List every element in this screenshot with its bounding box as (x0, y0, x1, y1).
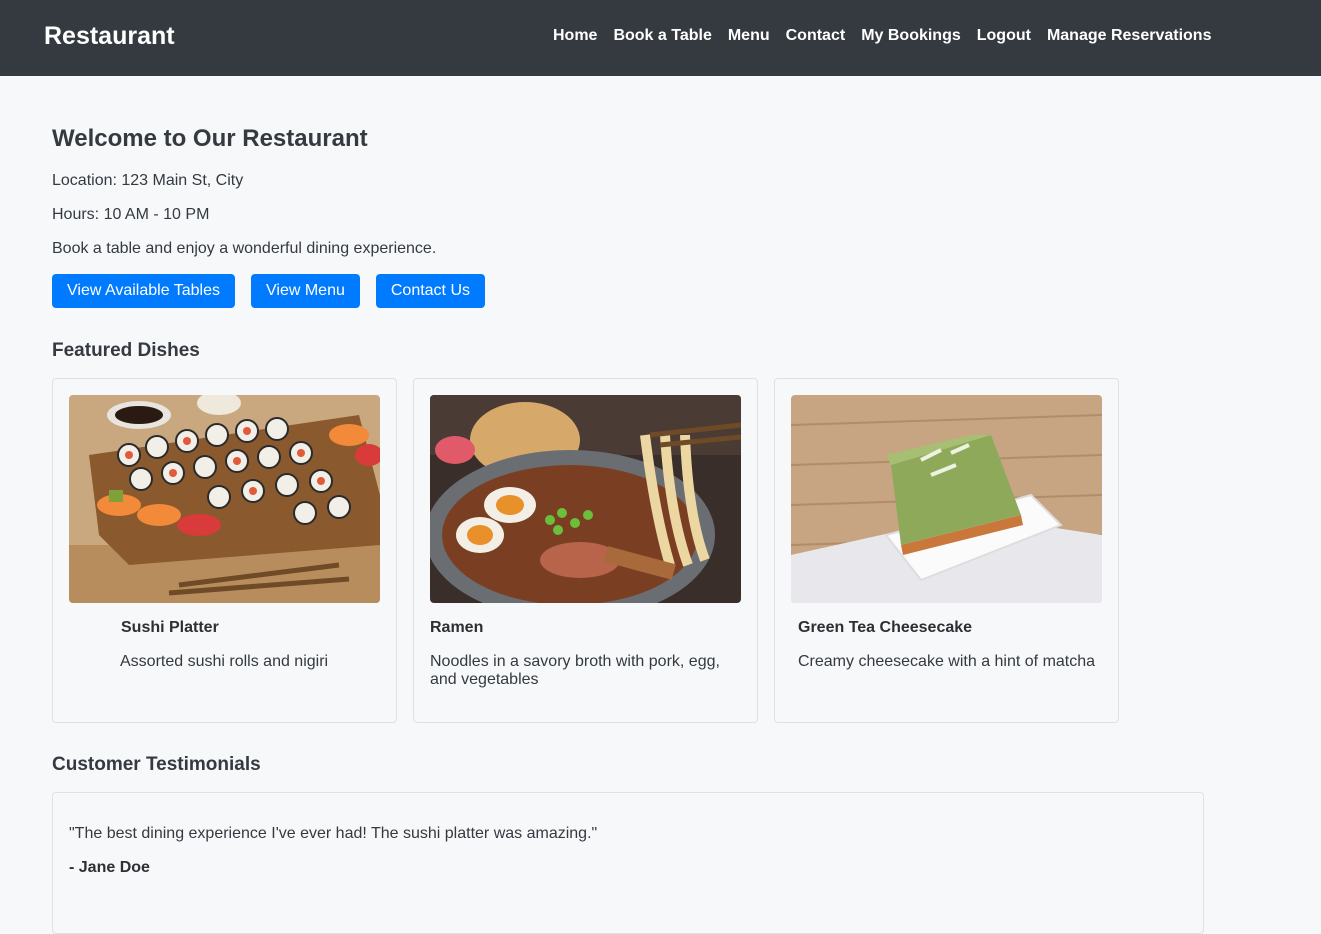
tagline-text: Book a table and enjoy a wonderful dinin… (52, 240, 437, 257)
dish-name: Ramen (430, 619, 484, 636)
location-text: Location: 123 Main St, City (52, 172, 244, 189)
dish-card[interactable]: Green Tea Cheesecake Creamy cheesecake w… (774, 378, 1119, 723)
dish-card[interactable]: Ramen Noodles in a savory broth with por… (413, 378, 758, 723)
nav-links: Home Book a Table Menu Contact My Bookin… (553, 27, 1211, 45)
testimonial-quote: "The best dining experience I've ever ha… (69, 825, 598, 842)
hours-text: Hours: 10 AM - 10 PM (52, 206, 210, 223)
brand-logo[interactable]: Restaurant (44, 22, 175, 51)
dish-description: Noodles in a savory broth with pork, egg… (430, 653, 720, 688)
contact-us-button[interactable]: Contact Us (375, 274, 485, 308)
dish-name: Green Tea Cheesecake (798, 619, 973, 636)
testimonial-author: - Jane Doe (69, 859, 150, 876)
nav-link-book-a-table[interactable]: Book a Table (613, 27, 711, 45)
dish-name: Sushi Platter (121, 619, 219, 636)
hero-buttons: View Available Tables View Menu Contact … (52, 274, 485, 308)
cheesecake-photo (791, 395, 1102, 603)
navbar: Restaurant Home Book a Table Menu Contac… (0, 0, 1321, 76)
dish-card[interactable]: Sushi Platter Assorted sushi rolls and n… (52, 378, 397, 723)
view-menu-button[interactable]: View Menu (251, 274, 360, 308)
testimonials-heading: Customer Testimonials (52, 754, 261, 775)
ramen-photo (430, 395, 741, 603)
view-available-tables-button[interactable]: View Available Tables (52, 274, 235, 308)
nav-link-contact[interactable]: Contact (786, 27, 846, 45)
nav-link-logout[interactable]: Logout (977, 27, 1031, 45)
nav-link-manage-reservations[interactable]: Manage Reservations (1047, 27, 1212, 45)
page-title: Welcome to Our Restaurant (52, 125, 368, 152)
featured-dishes-heading: Featured Dishes (52, 340, 200, 361)
nav-link-menu[interactable]: Menu (728, 27, 770, 45)
testimonial-card: "The best dining experience I've ever ha… (52, 792, 1204, 934)
sushi-photo (69, 395, 380, 603)
nav-link-home[interactable]: Home (553, 27, 597, 45)
dish-description: Assorted sushi rolls and nigiri (120, 653, 329, 670)
featured-dishes-list: Sushi Platter Assorted sushi rolls and n… (52, 378, 1119, 723)
nav-link-my-bookings[interactable]: My Bookings (861, 27, 961, 45)
dish-description: Creamy cheesecake with a hint of matcha (798, 653, 1096, 670)
